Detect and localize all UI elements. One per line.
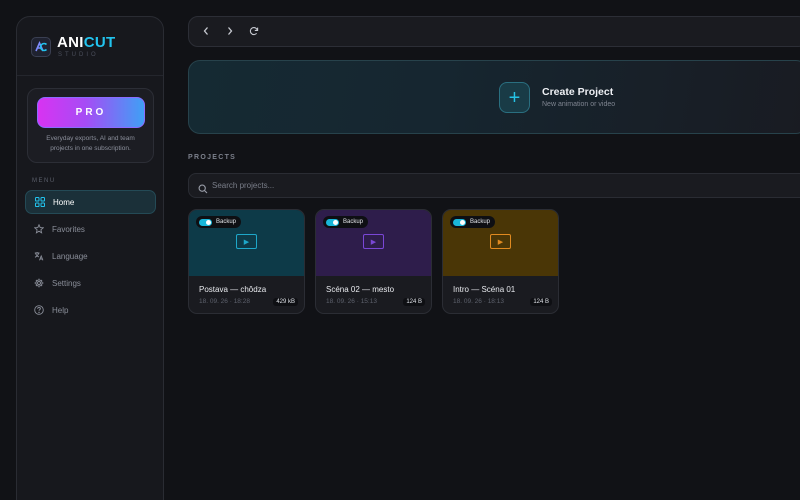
project-date: 18. 09. 26 · 18:13 (453, 298, 504, 305)
create-project-card[interactable]: + Create Project New animation or video (188, 60, 800, 134)
pro-description: Everyday exports, AI and team projects i… (46, 135, 135, 152)
play-icon[interactable]: ▶ (236, 234, 257, 249)
help-icon (34, 305, 44, 315)
project-card[interactable]: Backup ▶ Scéna 02 — mesto 18. 09. 26 · 1… (315, 209, 432, 314)
sidebar-item-language[interactable]: Language (25, 244, 156, 268)
back-button[interactable] (199, 25, 213, 39)
backup-label: Backup (470, 219, 491, 225)
toggle-switch[interactable] (453, 218, 466, 226)
project-card[interactable]: Backup ▶ Intro — Scéna 01 18. 09. 26 · 1… (442, 209, 559, 314)
sidebar-item-label: Settings (52, 278, 81, 288)
project-title: Scéna 02 — mesto (326, 285, 395, 294)
sidebar-item-help[interactable]: Help (25, 298, 156, 322)
projects-heading: PROJECTS (188, 154, 237, 161)
pro-card: PRO Everyday exports, AI and team projec… (27, 88, 154, 163)
divider (17, 75, 163, 76)
sidebar-item-label: Favorites (52, 224, 85, 234)
grid-icon (35, 197, 45, 207)
star-icon (34, 224, 44, 234)
backup-label: Backup (216, 219, 237, 225)
chevron-right-icon (226, 23, 234, 41)
menu-label: MENU (32, 178, 56, 184)
pro-button[interactable]: PRO (37, 97, 145, 128)
sidebar-item-label: Language (52, 251, 88, 261)
toggle-switch[interactable] (199, 218, 212, 226)
brand[interactable]: ANICUT STUDIO (31, 35, 115, 59)
app-subtitle: STUDIO (58, 52, 99, 58)
backup-label: Backup (343, 219, 364, 225)
sidebar-item-label: Home (53, 197, 75, 207)
gear-icon (34, 278, 44, 288)
sidebar-item-favorites[interactable]: Favorites (25, 217, 156, 241)
project-card[interactable]: Backup ▶ Postava — chôdza 18. 09. 26 · 1… (188, 209, 305, 314)
reload-icon (249, 23, 259, 41)
project-size-badge: 124 B (530, 298, 552, 306)
play-icon[interactable]: ▶ (363, 234, 384, 249)
play-icon[interactable]: ▶ (490, 234, 511, 249)
backup-toggle[interactable]: Backup (450, 216, 496, 228)
forward-button[interactable] (223, 25, 237, 39)
project-date: 18. 09. 26 · 18:28 (199, 298, 250, 305)
backup-toggle[interactable]: Backup (196, 216, 242, 228)
project-size-badge: 124 B (403, 298, 425, 306)
create-project-subtitle: New animation or video (542, 101, 616, 108)
logo-icon (31, 37, 51, 57)
chevron-left-icon (202, 23, 210, 41)
toolbar (188, 16, 800, 47)
search-input[interactable] (212, 174, 512, 197)
search-icon (198, 181, 208, 199)
sidebar-item-settings[interactable]: Settings (25, 271, 156, 295)
search-bar (188, 173, 800, 198)
project-title: Intro — Scéna 01 (453, 285, 516, 294)
app-name: ANICUT (57, 34, 116, 51)
translate-icon (34, 251, 44, 261)
sidebar: ANICUT STUDIO PRO Everyday exports, AI a… (16, 16, 164, 500)
project-size-badge: 429 kB (273, 298, 298, 306)
reload-button[interactable] (247, 25, 261, 39)
toggle-switch[interactable] (326, 218, 339, 226)
backup-toggle[interactable]: Backup (323, 216, 369, 228)
plus-icon[interactable]: + (499, 82, 530, 113)
sidebar-item-home[interactable]: Home (25, 190, 156, 214)
project-date: 18. 09. 26 · 15:13 (326, 298, 377, 305)
sidebar-nav: Home Favorites Language Settings Help (25, 190, 156, 325)
sidebar-item-label: Help (52, 305, 69, 315)
create-project-title: Create Project (542, 86, 614, 98)
project-title: Postava — chôdza (199, 285, 267, 294)
